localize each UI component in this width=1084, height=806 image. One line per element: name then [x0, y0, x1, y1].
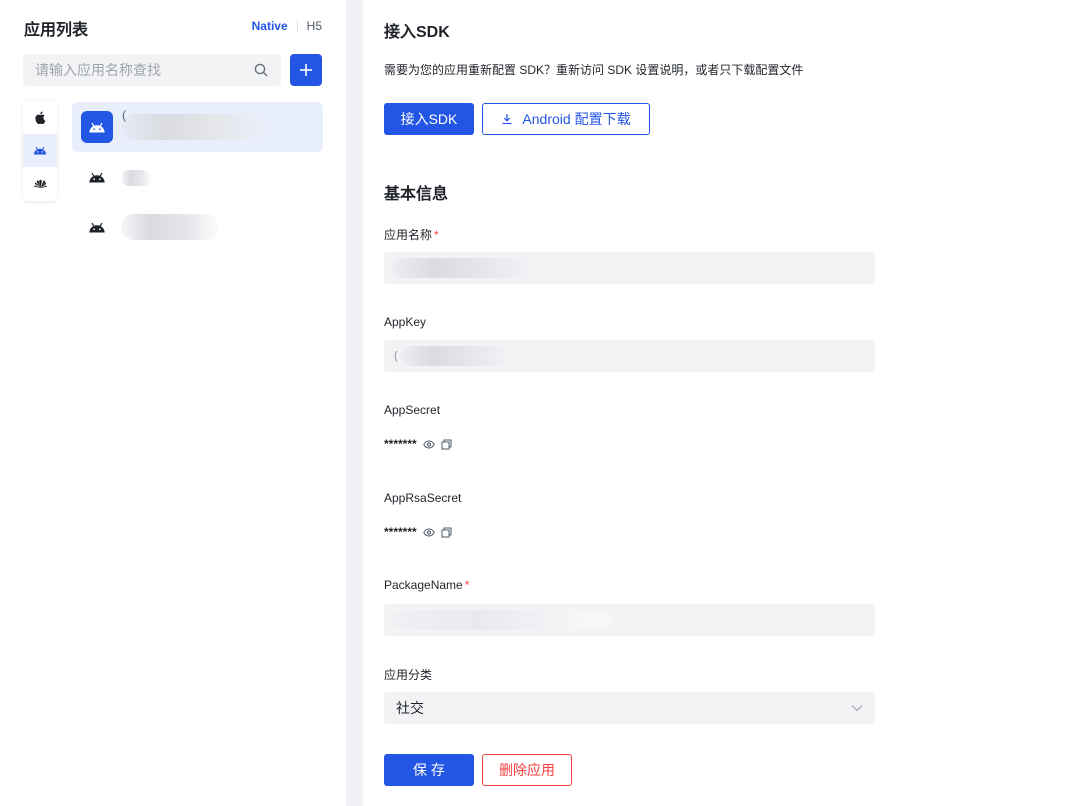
- tab-divider: [296, 20, 298, 32]
- tab-native[interactable]: Native: [252, 19, 288, 33]
- chevron-down-icon: [851, 705, 863, 712]
- android-icon: [89, 172, 105, 182]
- app-list-item[interactable]: [72, 152, 323, 202]
- search-icon[interactable]: [253, 62, 269, 78]
- platform-android[interactable]: [23, 134, 57, 167]
- app-key-value: (: [394, 350, 398, 362]
- sdk-description: 需要为您的应用重新配置 SDK？重新访问 SDK 设置说明，或者只下载配置文件: [384, 63, 804, 77]
- tab-h5[interactable]: H5: [307, 19, 322, 33]
- redacted-package-name: [392, 610, 612, 630]
- app-search-input[interactable]: [35, 62, 253, 78]
- eye-icon[interactable]: [422, 526, 435, 538]
- app-key-label: AppKey: [384, 315, 427, 329]
- redacted-app-key: [399, 346, 510, 366]
- app-name: [121, 168, 151, 186]
- app-icon-container: [81, 111, 113, 143]
- android-config-download-button[interactable]: Android 配置下载: [482, 103, 650, 135]
- save-button[interactable]: 保 存: [384, 754, 474, 786]
- download-label: Android 配置下载: [522, 111, 631, 127]
- platform-huawei[interactable]: [23, 167, 57, 200]
- app-icon-container: [81, 211, 113, 243]
- plus-icon: [300, 64, 312, 76]
- required-mark: *: [434, 228, 439, 242]
- app-list-item[interactable]: (: [72, 102, 323, 152]
- app-rsa-secret-row: *******: [384, 525, 453, 539]
- download-icon: [502, 114, 512, 125]
- category-select[interactable]: 社交: [384, 692, 875, 724]
- required-mark: *: [464, 578, 470, 592]
- app-name-field[interactable]: [384, 252, 875, 284]
- app-rsa-secret-value: *******: [384, 525, 417, 539]
- app-secret-label: AppSecret: [384, 403, 441, 417]
- delete-app-button[interactable]: 删除应用: [482, 754, 572, 786]
- app-detail-panel: 接入SDK 需要为您的应用重新配置 SDK？重新访问 SDK 设置说明，或者只下…: [363, 0, 1084, 806]
- app-list-title: 应用列表: [24, 22, 89, 39]
- app-name: (: [121, 108, 266, 140]
- category-label: 应用分类: [384, 668, 433, 682]
- app-list: (: [72, 102, 323, 252]
- app-list-panel: 应用列表 Native H5 (: [0, 0, 346, 806]
- platform-filter-bar: [23, 101, 57, 201]
- sdk-section-title: 接入SDK: [384, 24, 450, 41]
- apple-icon: [35, 111, 46, 124]
- redacted-app-name: [121, 214, 219, 240]
- platform-type-tabs: Native H5: [252, 19, 322, 33]
- package-name-field[interactable]: [384, 604, 875, 636]
- category-value: 社交: [396, 700, 424, 716]
- app-name-text: (: [122, 108, 126, 122]
- android-icon: [89, 222, 105, 232]
- app-secret-row: *******: [384, 437, 453, 451]
- package-name-label: PackageName *: [384, 578, 469, 592]
- app-secret-value: *******: [384, 437, 417, 451]
- save-label: 保 存: [413, 762, 445, 778]
- package-name-label-text: PackageName: [384, 578, 463, 592]
- app-search-box: [23, 54, 281, 86]
- eye-icon[interactable]: [422, 438, 435, 450]
- integrate-sdk-button[interactable]: 接入SDK: [384, 103, 474, 135]
- redacted-app-name: [121, 169, 151, 186]
- huawei-icon: [33, 179, 47, 188]
- app-rsa-secret-label: AppRsaSecret: [384, 491, 462, 505]
- add-app-button[interactable]: [290, 54, 322, 86]
- app-name-label-text: 应用名称: [384, 228, 433, 242]
- app-icon-container: [81, 161, 113, 193]
- copy-icon[interactable]: [441, 438, 453, 450]
- app-list-item[interactable]: [72, 202, 323, 252]
- redacted-app-name-value: [392, 258, 532, 278]
- panel-divider: [346, 0, 363, 806]
- redacted-app-name: [121, 114, 266, 140]
- platform-ios[interactable]: [23, 101, 57, 134]
- android-icon: [33, 146, 47, 155]
- app-key-field[interactable]: (: [384, 340, 875, 372]
- integrate-sdk-label: 接入SDK: [400, 111, 458, 127]
- app-name-label: 应用名称 *: [384, 226, 439, 243]
- basic-info-section-title: 基本信息: [384, 186, 449, 203]
- delete-label: 删除应用: [499, 762, 555, 778]
- app-name: [121, 214, 219, 240]
- copy-icon[interactable]: [441, 526, 453, 538]
- android-icon: [89, 122, 105, 132]
